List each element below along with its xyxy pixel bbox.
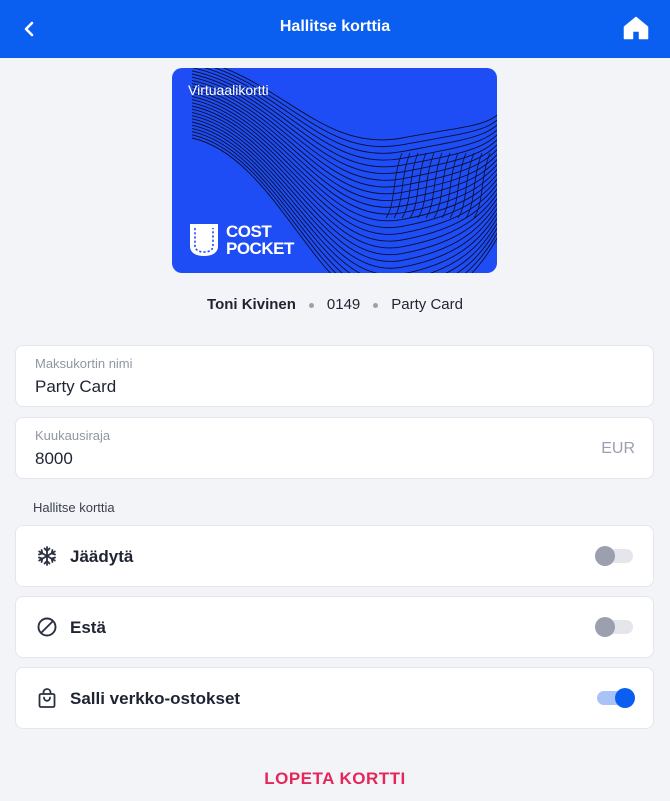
freeze-toggle[interactable] bbox=[595, 546, 635, 566]
brand-text: COST POCKET bbox=[226, 223, 296, 257]
separator-dot bbox=[308, 302, 314, 308]
virtual-card: Virtuaalikortti COST POCKET bbox=[172, 68, 497, 273]
toggle-knob bbox=[595, 546, 615, 566]
online-purchases-toggle[interactable] bbox=[595, 688, 635, 708]
currency-suffix: EUR bbox=[601, 440, 635, 457]
shopping-bag-icon bbox=[38, 688, 56, 708]
monthly-limit-field[interactable]: Kuukausiraja 8000 EUR bbox=[15, 417, 654, 479]
card-wave-line bbox=[191, 86, 497, 202]
block-label: Estä bbox=[70, 618, 106, 637]
card-wave-line bbox=[191, 99, 497, 229]
costpocket-logo: COST POCKET bbox=[188, 222, 296, 258]
card-wave-line bbox=[191, 92, 497, 215]
card-wave-line bbox=[191, 102, 497, 235]
card-type-label: Virtuaalikortti bbox=[188, 82, 269, 98]
card-name-label: Maksukortin nimi bbox=[35, 356, 133, 371]
brand-line-1: COST bbox=[226, 222, 272, 241]
home-button[interactable] bbox=[620, 12, 652, 44]
card-last-digits: 0149 bbox=[326, 296, 361, 313]
page-title: Hallitse korttia bbox=[279, 18, 391, 35]
top-bar: Hallitse korttia bbox=[0, 0, 670, 58]
card-name-value[interactable]: Party Card bbox=[35, 377, 116, 397]
toggle-knob bbox=[595, 617, 615, 637]
brand-line-2: POCKET bbox=[226, 239, 294, 258]
online-purchases-label: Salli verkko-ostokset bbox=[70, 689, 241, 708]
online-purchases-row[interactable]: Salli verkko-ostokset bbox=[15, 667, 654, 729]
owner-name: Toni Kivinen bbox=[207, 296, 296, 313]
block-icon bbox=[37, 617, 57, 637]
block-toggle[interactable] bbox=[595, 617, 635, 637]
block-row[interactable]: Estä bbox=[15, 596, 654, 658]
monthly-limit-label: Kuukausiraja bbox=[35, 428, 111, 443]
card-wave-line bbox=[191, 105, 497, 242]
home-icon bbox=[623, 16, 649, 40]
card-wave-mesh-line bbox=[449, 152, 467, 219]
card-wave-mesh-line bbox=[385, 152, 403, 219]
card-display-name: Party Card bbox=[391, 296, 463, 313]
freeze-label: Jäädytä bbox=[70, 547, 134, 566]
monthly-limit-value[interactable]: 8000 bbox=[35, 449, 73, 469]
snowflake-icon bbox=[38, 546, 56, 566]
card-name-field[interactable]: Maksukortin nimi Party Card bbox=[15, 345, 654, 407]
card-owner-info: Toni Kivinen 0149 Party Card bbox=[0, 296, 670, 313]
manage-card-section-label: Hallitse korttia bbox=[33, 500, 115, 515]
freeze-row[interactable]: Jäädytä bbox=[15, 525, 654, 587]
card-wave-line bbox=[213, 68, 497, 147]
end-card-button[interactable]: LOPETA KORTTI bbox=[0, 769, 670, 789]
card-wave-mesh-line bbox=[433, 152, 451, 219]
toggle-knob bbox=[615, 688, 635, 708]
card-wave-line bbox=[191, 83, 497, 195]
card-wave-mesh-line bbox=[417, 152, 435, 219]
pocket-icon bbox=[190, 224, 218, 256]
card-wave-line bbox=[222, 68, 497, 141]
separator-dot bbox=[373, 302, 379, 308]
